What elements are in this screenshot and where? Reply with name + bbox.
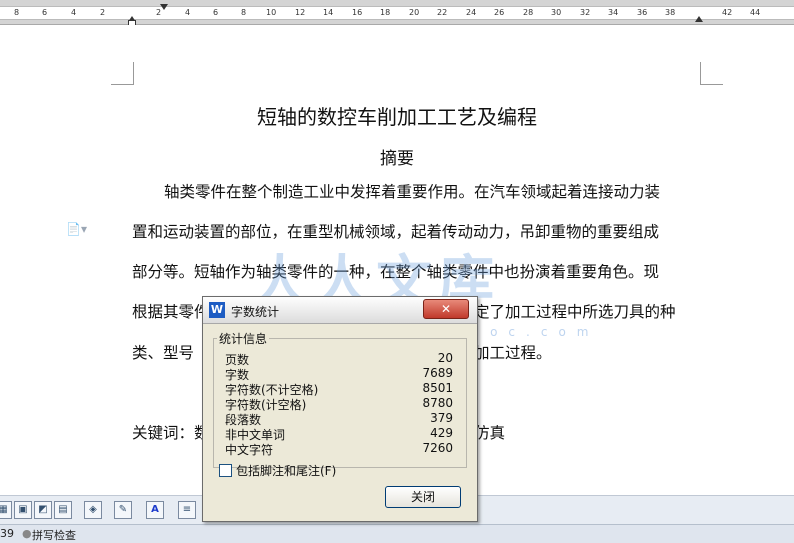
ruler-tick: 6 <box>42 8 48 17</box>
horizontal-ruler[interactable]: 8 6 4 2 2 4 6 8 10 12 14 16 18 20 22 24 … <box>0 0 794 26</box>
ruler-tick: 4 <box>185 8 191 17</box>
stat-value: 8780 <box>422 396 453 410</box>
include-footnotes-label[interactable]: 包括脚注和尾注(F) <box>236 462 336 479</box>
stat-row-paragraphs: 段落数 379 <box>225 411 453 427</box>
dialog-title: 字数统计 <box>231 305 280 319</box>
ruler-tick: 42 <box>722 8 733 17</box>
right-indent-marker[interactable] <box>695 16 703 22</box>
insert-chart-icon[interactable]: ▤ <box>54 501 72 519</box>
first-line-indent-marker[interactable] <box>160 4 168 10</box>
stat-value: 429 <box>430 426 453 440</box>
stat-label: 中文字符 <box>225 443 274 457</box>
ruler-tick: 26 <box>494 8 505 17</box>
ruler-tick: 4 <box>71 8 77 17</box>
close-icon[interactable]: ✕ <box>423 299 469 319</box>
stat-value: 20 <box>437 351 453 365</box>
include-footnotes-checkbox[interactable] <box>219 464 232 477</box>
ruler-tick: 32 <box>580 8 591 17</box>
stat-value: 8501 <box>422 381 453 395</box>
paragraph-line: 轴类零件在整个制造工业中发挥着重要作用。在汽车领域起着连接动力装 <box>164 183 661 201</box>
ruler-tick: 2 <box>100 8 106 17</box>
spellcheck-status[interactable]: 拼写检查 <box>32 527 76 543</box>
keywords-line: 关键词：数 <box>132 424 210 442</box>
close-button[interactable]: 关闭 <box>385 486 461 508</box>
stat-value: 7260 <box>422 441 453 455</box>
document-subtitle: 摘要 <box>380 149 414 169</box>
statistics-group-label: 统计信息 <box>217 330 270 347</box>
ruler-tick: 24 <box>466 8 477 17</box>
insert-clipart-icon[interactable]: ◩ <box>34 501 52 519</box>
stat-value: 379 <box>430 411 453 425</box>
spellcheck-indicator-icon: ● <box>22 527 32 540</box>
ruler-tick: 8 <box>14 8 20 17</box>
fill-color-icon[interactable]: ◈ <box>84 501 102 519</box>
stat-row-words: 字数 7689 <box>225 366 453 382</box>
ruler-tick: 18 <box>380 8 391 17</box>
ruler-tick: 12 <box>295 8 306 17</box>
document-title: 短轴的数控车削加工工艺及编程 <box>257 105 537 129</box>
ruler-tick: 36 <box>637 8 648 17</box>
stat-row-chinese-chars: 中文字符 7260 <box>225 441 453 457</box>
ruler-tick: 16 <box>352 8 363 17</box>
line-style-icon[interactable]: ≡ <box>178 501 196 519</box>
paragraph-line: 根据其零件 <box>132 303 210 321</box>
stat-value: 7689 <box>422 366 453 380</box>
stat-row-chars-with-spaces: 字符数(计空格) 8780 <box>225 396 453 412</box>
paragraph-options-icon[interactable]: 📄▾ <box>66 222 87 236</box>
font-color-icon[interactable]: A <box>146 501 164 519</box>
stat-row-chars-no-spaces: 字符数(不计空格) 8501 <box>225 381 453 397</box>
margin-corner-top-left <box>111 62 134 85</box>
ruler-tick: 20 <box>409 8 420 17</box>
paragraph-line-tail: 加工过程。 <box>474 344 552 362</box>
status-page-number: 39 <box>0 527 14 540</box>
ruler-tick: 38 <box>665 8 676 17</box>
margin-corner-top-right <box>700 62 723 85</box>
dialog-title-bar[interactable]: W 字数统计 ✕ <box>203 297 477 324</box>
status-bar: 39 ● 拼写检查 <box>0 524 794 543</box>
word-count-dialog: W 字数统计 ✕ 统计信息 页数 20 字数 7689 字符数(不计空格) 85… <box>202 296 478 522</box>
ruler-tick: 6 <box>213 8 219 17</box>
stat-row-non-chinese-words: 非中文单词 429 <box>225 426 453 442</box>
insert-image-icon[interactable]: ▣ <box>14 501 32 519</box>
keywords-line-tail: 仿真 <box>474 424 506 442</box>
ruler-tick: 14 <box>323 8 334 17</box>
ruler-tick: 34 <box>608 8 619 17</box>
line-color-icon[interactable]: ✎ <box>114 501 132 519</box>
paragraph-line: 类、型号 <box>132 344 195 362</box>
ruler-tick: 44 <box>750 8 761 17</box>
wps-logo-icon: W <box>209 302 225 318</box>
ruler-tick: 10 <box>266 8 277 17</box>
insert-picture-icon[interactable]: ▦ <box>0 501 12 519</box>
ruler-tick: 28 <box>523 8 534 17</box>
stat-row-pages: 页数 20 <box>225 351 453 367</box>
ruler-tick: 8 <box>241 8 247 17</box>
ruler-tick: 30 <box>551 8 562 17</box>
ruler-tick: 22 <box>437 8 448 17</box>
